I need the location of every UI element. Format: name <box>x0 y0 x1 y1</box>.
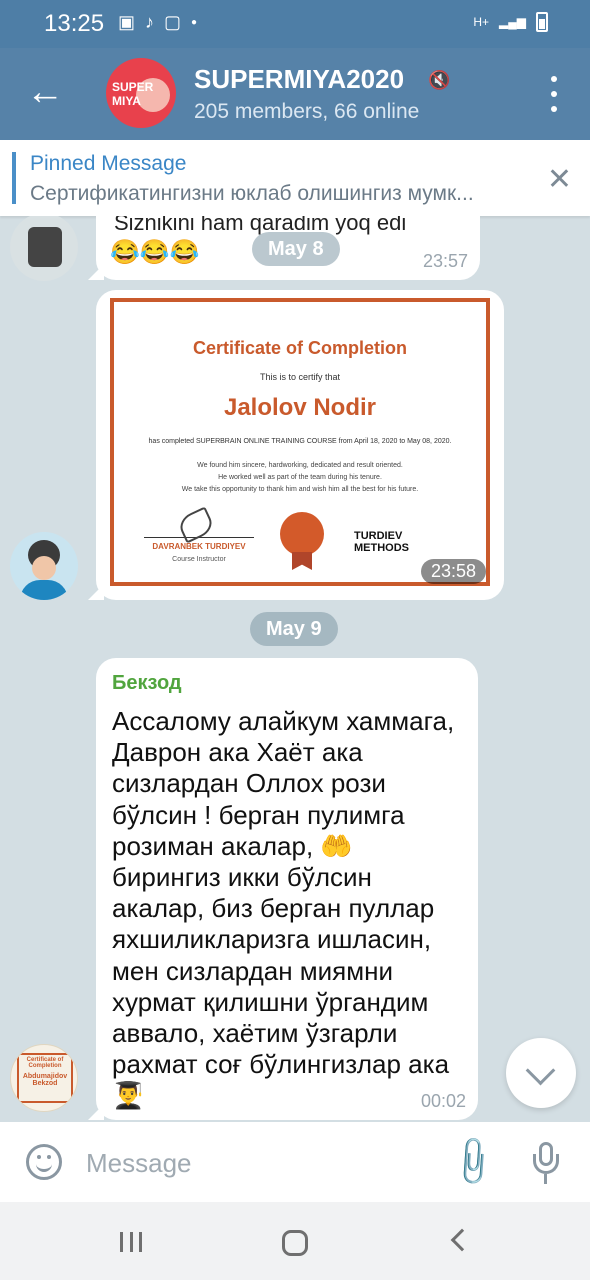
avatar[interactable]: Certificate of Completion Abdumajidov Be… <box>10 1044 78 1112</box>
back-nav-icon[interactable] <box>450 1228 474 1252</box>
status-time: 13:25 <box>44 10 105 37</box>
chat-subtitle: 205 members, 66 online <box>194 100 420 123</box>
pinned-text: Сертификатингизни юклаб олишингиз мумк..… <box>30 182 474 205</box>
avatar[interactable] <box>10 216 78 281</box>
pinned-title: Pinned Message <box>30 152 187 175</box>
gallery-icon: ▣ <box>118 12 136 32</box>
date-separator: May 9 <box>250 612 338 646</box>
recents-icon[interactable] <box>120 1232 142 1252</box>
app-icon: ▢ <box>164 12 182 32</box>
group-avatar[interactable]: SUPER MIYA <box>106 58 176 128</box>
tiktok-icon: ♪ <box>145 12 155 32</box>
chat-header: ← SUPER MIYA SUPERMIYA2020 🔇 205 members,… <box>0 48 590 140</box>
status-right: H+ ▂▄▆ <box>473 12 548 32</box>
home-icon[interactable] <box>282 1230 308 1256</box>
message-time: 23:57 <box>422 251 468 271</box>
back-button[interactable]: ← <box>26 72 66 116</box>
certificate-role: Course Instructor <box>172 556 226 563</box>
certificate-certify: This is to certify that <box>259 372 341 382</box>
certificate-signer: DAVRANBEK TURDIYEV <box>152 542 246 551</box>
turdiev-methods-logo: TURDIEV METHODS <box>354 530 409 554</box>
award-badge-icon <box>280 512 324 556</box>
laughing-emoji: 😂😂😂 <box>110 239 200 266</box>
sender-name[interactable]: Бекзод <box>112 672 182 695</box>
message-input-bar: 📎 <box>0 1122 590 1202</box>
avatar-logo-text: SUPER MIYA <box>112 80 154 108</box>
certificate-line: He worked well as part of the team durin… <box>218 474 382 481</box>
muted-speaker-icon: 🔇 <box>428 70 451 90</box>
chat-title[interactable]: SUPERMIYA2020 <box>194 64 404 95</box>
avatar-cert-title: Certificate of Completion <box>26 1057 64 1069</box>
emoji-icon[interactable] <box>26 1144 62 1180</box>
system-nav-bar <box>0 1202 590 1280</box>
message-input[interactable] <box>86 1146 416 1180</box>
avatar[interactable] <box>10 532 78 600</box>
more-vertical-icon[interactable] <box>546 76 562 112</box>
notification-icons: ▣ ♪ ▢ ● <box>118 12 197 33</box>
certificate-completed: has completed SUPERBRAIN ONLINE TRAINING… <box>148 438 452 445</box>
pinned-indicator <box>12 152 16 204</box>
certificate-line: We take this opportunity to thank him an… <box>181 486 419 493</box>
signature <box>144 508 254 538</box>
signal-icon: ▂▄▆ <box>499 15 526 29</box>
close-icon[interactable]: ✕ <box>547 162 572 197</box>
message-text: Ассалому алайкум хаммага, Даврон ака Хаё… <box>112 706 455 1111</box>
message-time: 23:58 <box>420 559 486 584</box>
date-separator: May 8 <box>252 232 340 266</box>
message-bubble[interactable]: Бекзод Ассалому алайкум хаммага, Даврон … <box>88 658 478 1120</box>
certificate-line: We found him sincere, hardworking, dedic… <box>197 462 403 469</box>
battery-icon <box>536 12 548 32</box>
message-time: 00:02 <box>420 1091 466 1111</box>
chat-area[interactable]: Siznikini ham qaradim yoq edi 😂😂😂 23:57 … <box>0 216 590 1122</box>
microphone-icon[interactable] <box>530 1142 562 1186</box>
certificate-image[interactable]: Certificate of Completion This is to cer… <box>110 298 490 586</box>
pinned-message[interactable]: Pinned Message Сертификатингизни юклаб о… <box>0 140 590 216</box>
more-notifications-icon: ● <box>191 17 198 28</box>
scroll-down-button[interactable] <box>506 1038 576 1108</box>
network-type: H+ <box>473 15 490 29</box>
arrow-left-icon: ← <box>26 71 64 113</box>
status-bar: 13:25 ▣ ♪ ▢ ● H+ ▂▄▆ <box>0 0 590 48</box>
certificate-heading: Certificate of Completion <box>192 338 407 358</box>
certificate-name: Jalolov Nodir <box>223 394 377 421</box>
avatar-cert-name: Abdumajidov Bekzod <box>22 1073 68 1087</box>
photo-message[interactable]: Certificate of Completion This is to cer… <box>88 290 504 600</box>
attach-icon[interactable]: 📎 <box>441 1133 503 1195</box>
